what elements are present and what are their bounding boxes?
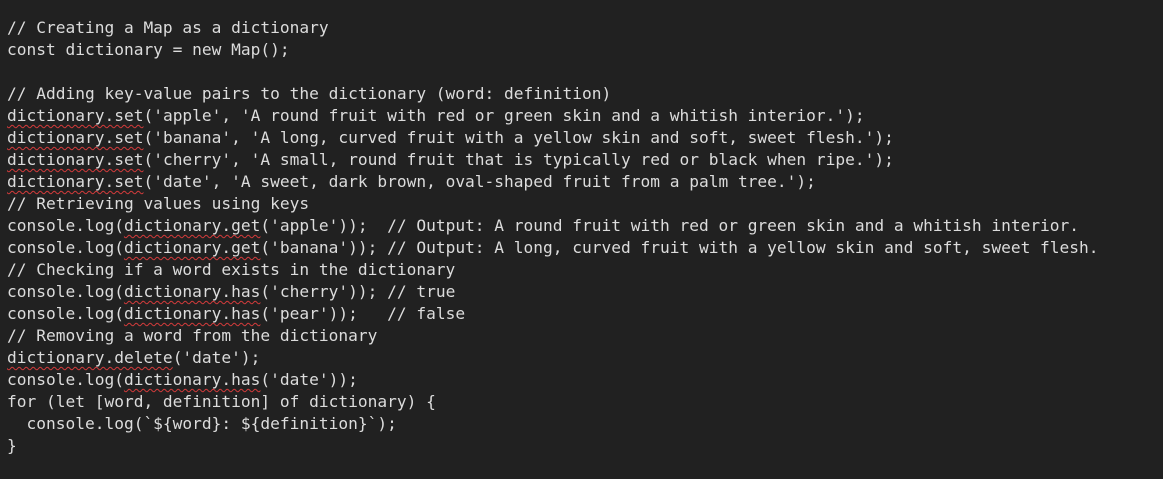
code-text: ('cherry', 'A small, round fruit that is… — [143, 150, 894, 169]
misspelled-token: dictionary.has — [123, 282, 261, 301]
code-text: ('banana', 'A long, curved fruit with a … — [143, 128, 894, 147]
code-line[interactable]: dictionary.set('banana', 'A long, curved… — [7, 127, 1163, 149]
code-line[interactable]: for (let [word, definition] of dictionar… — [7, 391, 1163, 413]
code-line[interactable]: dictionary.set('date', 'A sweet, dark br… — [7, 171, 1163, 193]
misspelled-token: dictionary.set — [7, 150, 144, 169]
code-text: console.log(`${word}: ${definition}`); — [7, 414, 397, 433]
misspelled-token: dictionary.get — [123, 216, 261, 235]
code-text: console.log( — [7, 282, 124, 301]
code-text: } — [7, 436, 17, 455]
code-text: console.log( — [7, 238, 124, 257]
misspelled-token: dictionary.has — [123, 370, 261, 389]
code-text: ('apple', 'A round fruit with red or gre… — [143, 106, 865, 125]
misspelled-token: dictionary.set — [7, 106, 144, 125]
code-text: ('date'); — [172, 348, 261, 367]
code-line[interactable]: dictionary.set('apple', 'A round fruit w… — [7, 105, 1163, 127]
code-line[interactable]: console.log(`${word}: ${definition}`); — [7, 413, 1163, 435]
code-text: console.log( — [7, 304, 124, 323]
code-line[interactable]: console.log(dictionary.get('banana')); /… — [7, 237, 1163, 259]
code-line[interactable]: } — [7, 435, 1163, 457]
code-line[interactable]: dictionary.delete('date'); — [7, 347, 1163, 369]
code-line[interactable]: console.log(dictionary.get('apple')); //… — [7, 215, 1163, 237]
misspelled-token: dictionary.has — [123, 304, 261, 323]
code-line[interactable]: console.log(dictionary.has('date')); — [7, 369, 1163, 391]
code-editor[interactable]: // Creating a Map as a dictionary const d… — [0, 0, 1163, 479]
misspelled-token: dictionary.get — [123, 238, 261, 257]
code-text: ('date')); — [260, 370, 358, 389]
code-text: // Creating a Map as a dictionary — [7, 18, 329, 37]
misspelled-token: dictionary.set — [7, 172, 144, 191]
code-line[interactable]: // Retrieving values using keys — [7, 193, 1163, 215]
code-text: ('banana')); // Output: A long, curved f… — [260, 238, 1099, 257]
misspelled-token: dictionary.delete — [7, 348, 173, 367]
code-text: console.log( — [7, 216, 124, 235]
code-text: // Retrieving values using keys — [7, 194, 310, 213]
code-text: ('cherry')); // true — [260, 282, 456, 301]
code-text: for (let [word, definition] of dictionar… — [7, 392, 436, 411]
code-line[interactable]: // Removing a word from the dictionary — [7, 325, 1163, 347]
misspelled-token: dictionary.set — [7, 128, 144, 147]
code-text: ('apple')); // Output: A round fruit wit… — [260, 216, 1080, 235]
code-text: ('date', 'A sweet, dark brown, oval-shap… — [143, 172, 816, 191]
code-text: const dictionary = new Map(); — [7, 40, 290, 59]
code-text: console.log( — [7, 370, 124, 389]
code-line[interactable] — [7, 61, 1163, 83]
code-text: // Checking if a word exists in the dict… — [7, 260, 456, 279]
code-line[interactable]: const dictionary = new Map(); — [7, 39, 1163, 61]
code-line[interactable]: // Adding key-value pairs to the diction… — [7, 83, 1163, 105]
code-text: // Removing a word from the dictionary — [7, 326, 378, 345]
code-line[interactable]: dictionary.set('cherry', 'A small, round… — [7, 149, 1163, 171]
code-text: ('pear')); // false — [260, 304, 466, 323]
code-text: // Adding key-value pairs to the diction… — [7, 84, 612, 103]
code-line[interactable]: console.log(dictionary.has('pear')); // … — [7, 303, 1163, 325]
code-line[interactable]: // Creating a Map as a dictionary — [7, 17, 1163, 39]
code-line[interactable]: // Checking if a word exists in the dict… — [7, 259, 1163, 281]
code-line[interactable]: console.log(dictionary.has('cherry')); /… — [7, 281, 1163, 303]
